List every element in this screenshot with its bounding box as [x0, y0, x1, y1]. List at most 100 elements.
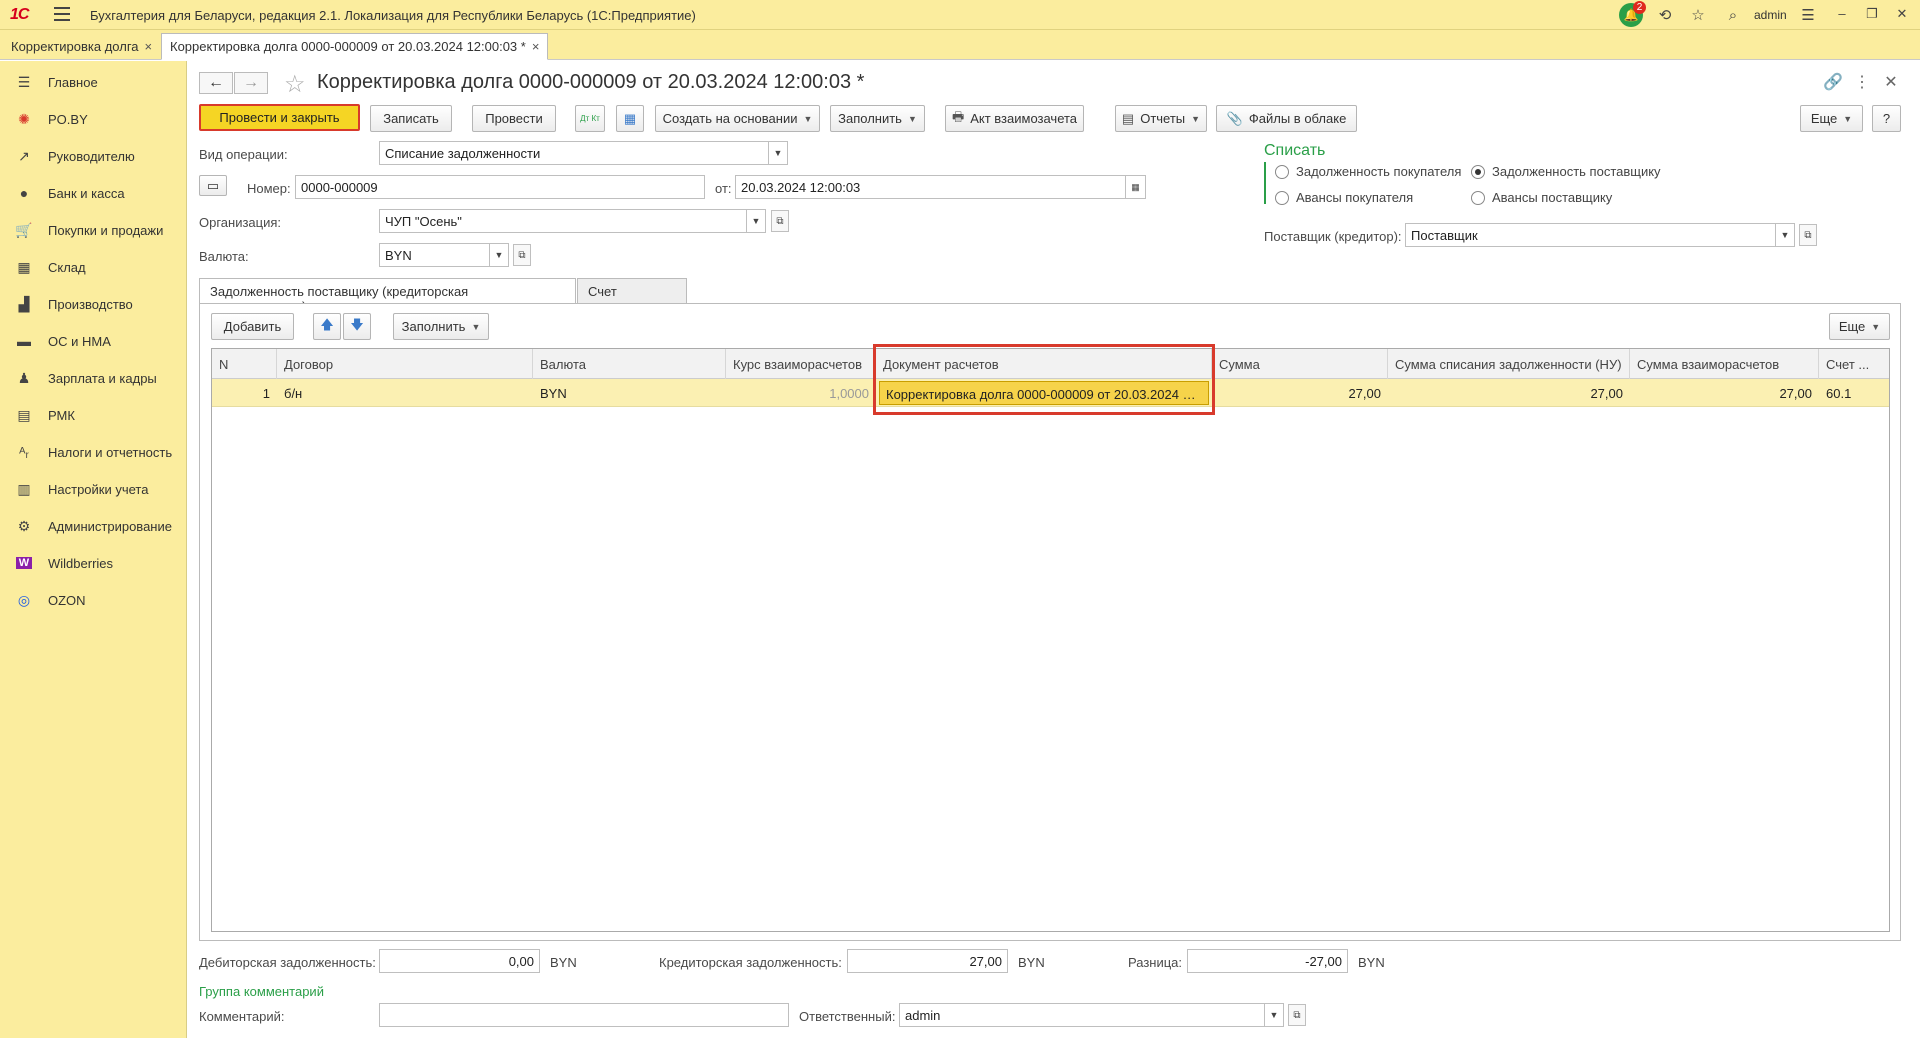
link-icon[interactable]: 🔗 [1822, 72, 1844, 92]
more-actions-icon[interactable]: ⋮ [1851, 72, 1873, 92]
open-organization-icon[interactable]: ⧉ [771, 210, 789, 232]
sidebar-item-7[interactable]: ▬ ОС и НМА [0, 324, 187, 358]
table-more-button[interactable]: Еще ▼ [1829, 313, 1890, 340]
cart-icon: 🛒 [15, 221, 33, 238]
poby-icon: ✺ [18, 110, 30, 127]
close-tab-icon[interactable]: × [145, 39, 153, 54]
chevron-down-icon[interactable]: ▼ [768, 141, 788, 165]
create-based-on-button[interactable]: Создать на основании ▼ [655, 105, 820, 132]
minimize-icon[interactable]: – [1832, 6, 1852, 21]
sidebar-item-1[interactable]: ✺ PO.BY [0, 102, 187, 136]
favorites-icon[interactable]: ☆ [1687, 4, 1709, 26]
sidebar-item-2[interactable]: ↗ Руководителю [0, 139, 187, 173]
comment-field[interactable] [379, 1003, 789, 1027]
column-header-currency[interactable]: Валюта [533, 349, 726, 379]
cell-n[interactable]: 1 [212, 379, 277, 407]
column-header-n[interactable]: N [212, 349, 277, 379]
structure-button[interactable]: ▦ [616, 105, 644, 132]
document-info-button[interactable]: ▭ [199, 175, 227, 196]
sidebar-item-6[interactable]: ▟ Производство [0, 287, 187, 321]
radio-buyer-debt[interactable]: Задолженность покупателя [1275, 164, 1461, 179]
back-button[interactable]: ← [199, 72, 233, 94]
radio-buyer-advances[interactable]: Авансы покупателя [1275, 190, 1413, 205]
forward-button[interactable]: → [234, 72, 268, 94]
supplier-field[interactable]: Поставщик [1405, 223, 1778, 247]
close-window-icon[interactable]: ✕ [1892, 6, 1912, 22]
cell-amount[interactable]: 27,00 [1212, 379, 1388, 407]
history-icon[interactable]: ⟲ [1654, 4, 1676, 26]
tab-supplier-debt[interactable]: Задолженность поставщику (кредиторская з… [199, 278, 576, 314]
fill-button[interactable]: Заполнить ▼ [830, 105, 925, 132]
currency-field[interactable]: BYN [379, 243, 491, 267]
column-header-settlement-amount[interactable]: Сумма взаиморасчетов [1630, 349, 1819, 379]
move-down-button[interactable]: 🡇 [343, 313, 371, 340]
tab-debt-correction-list[interactable]: Корректировка долга × [2, 33, 161, 60]
post-and-close-button[interactable]: Провести и закрыть [199, 104, 360, 131]
table-fill-button[interactable]: Заполнить ▼ [393, 313, 489, 340]
sidebar-item-14[interactable]: ◎ OZON [0, 583, 187, 617]
cell-rate[interactable]: 1,0000 [726, 379, 876, 407]
move-up-button[interactable]: 🡅 [313, 313, 341, 340]
help-button[interactable]: ? [1872, 105, 1901, 132]
responsible-field[interactable]: admin [899, 1003, 1269, 1027]
column-header-amount[interactable]: Сумма [1212, 349, 1388, 379]
offset-act-button[interactable]: 🖶 Акт взаимозачета [945, 105, 1084, 132]
sidebar-item-5[interactable]: ▦ Склад [0, 250, 187, 284]
save-button[interactable]: Записать [370, 105, 452, 132]
column-header-contract[interactable]: Договор [277, 349, 533, 379]
comment-group-title[interactable]: Группа комментарий [199, 984, 324, 999]
sidebar-item-8[interactable]: ♟ Зарплата и кадры [0, 361, 187, 395]
sidebar-item-label: Зарплата и кадры [48, 370, 157, 386]
sidebar-item-10[interactable]: ᴬᵣ Налоги и отчетность [0, 435, 187, 469]
open-supplier-icon[interactable]: ⧉ [1799, 224, 1817, 246]
open-responsible-icon[interactable]: ⧉ [1288, 1004, 1306, 1026]
close-tab-icon[interactable]: × [532, 39, 540, 54]
cell-account[interactable]: 60.1 [1819, 379, 1891, 407]
debt-table[interactable]: N Договор Валюта Курс взаиморасчетов Док… [211, 348, 1890, 932]
search-icon[interactable]: ⌕ [1722, 4, 1744, 26]
sidebar-item-label: Администрирование [48, 518, 172, 534]
number-label: Номер: [247, 181, 291, 196]
tab-write-off-account[interactable]: Счет списания [577, 278, 687, 314]
cell-writeoff-amount[interactable]: 27,00 [1388, 379, 1630, 407]
operation-type-field[interactable]: Списание задолженности [379, 141, 788, 165]
sidebar-item-label: Производство [48, 296, 133, 312]
chevron-down-icon[interactable]: ▼ [746, 209, 766, 233]
cell-currency[interactable]: BYN [533, 379, 726, 407]
chevron-down-icon[interactable]: ▼ [1775, 223, 1795, 247]
tab-debt-correction-document[interactable]: Корректировка долга 0000-000009 от 20.03… [161, 33, 549, 60]
chevron-down-icon[interactable]: ▼ [489, 243, 509, 267]
restore-icon[interactable]: ❐ [1862, 6, 1882, 22]
chevron-down-icon[interactable]: ▼ [1264, 1003, 1284, 1027]
add-row-button[interactable]: Добавить [211, 313, 294, 340]
cloud-files-button[interactable]: 📎 Файлы в облаке [1216, 105, 1357, 132]
date-field[interactable]: 20.03.2024 12:00:03 [735, 175, 1128, 199]
column-header-rate[interactable]: Курс взаиморасчетов [726, 349, 876, 379]
reports-button[interactable]: ▤ Отчеты ▼ [1115, 105, 1207, 132]
radio-supplier-debt[interactable]: Задолженность поставщику [1471, 164, 1661, 179]
open-currency-icon[interactable]: ⧉ [513, 244, 531, 266]
sidebar-item-3[interactable]: ● Банк и касса [0, 176, 187, 210]
dt-kt-button[interactable]: Дт Кт [575, 105, 605, 132]
column-header-writeoff-amount[interactable]: Сумма списания задолженности (НУ) [1388, 349, 1630, 379]
settings-menu-icon[interactable]: ☰ [1797, 4, 1819, 26]
calendar-icon[interactable]: ▦ [1125, 175, 1146, 199]
number-field[interactable]: 0000-000009 [295, 175, 705, 199]
sidebar-item-13[interactable]: W Wildberries [0, 546, 187, 580]
sidebar-item-11[interactable]: ▥ Настройки учета [0, 472, 187, 506]
post-button[interactable]: Провести [472, 105, 556, 132]
sidebar-item-9[interactable]: ▤ РМК [0, 398, 187, 432]
sidebar-item-0[interactable]: ☰ Главное [0, 65, 187, 99]
more-button[interactable]: Еще ▼ [1800, 105, 1863, 132]
sidebar-item-12[interactable]: ⚙ Администрирование [0, 509, 187, 543]
sidebar-item-4[interactable]: 🛒 Покупки и продажи [0, 213, 187, 247]
column-header-account[interactable]: Счет ... [1819, 349, 1891, 379]
star-icon[interactable]: ☆ [284, 70, 306, 99]
main-menu-icon[interactable] [54, 7, 70, 21]
radio-supplier-advances[interactable]: Авансы поставщику [1471, 190, 1612, 205]
organization-field[interactable]: ЧУП "Осень" [379, 209, 748, 233]
user-name[interactable]: admin [1754, 8, 1787, 22]
cell-settlement-amount[interactable]: 27,00 [1630, 379, 1819, 407]
close-form-icon[interactable]: ✕ [1880, 72, 1902, 92]
cell-contract[interactable]: б/н [277, 379, 533, 407]
